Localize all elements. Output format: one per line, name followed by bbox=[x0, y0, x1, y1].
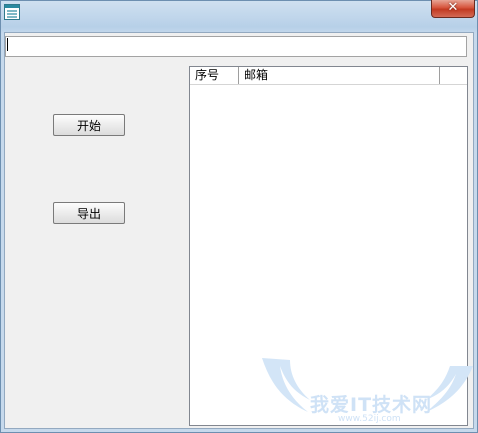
column-header-filler bbox=[440, 67, 467, 84]
watermark: 我爱IT技术网 www.52ij.com bbox=[260, 352, 475, 430]
column-header-index[interactable]: 序号 bbox=[190, 67, 239, 84]
export-button[interactable]: 导出 bbox=[53, 202, 125, 224]
close-button[interactable]: ✕ bbox=[431, 0, 475, 18]
column-header-email[interactable]: 邮箱 bbox=[239, 67, 440, 84]
start-button-label: 开始 bbox=[76, 118, 101, 133]
text-cursor bbox=[7, 38, 8, 51]
start-button[interactable]: 开始 bbox=[53, 114, 125, 136]
list-header: 序号 邮箱 bbox=[190, 67, 467, 85]
watermark-url: www.52ij.com bbox=[338, 414, 401, 424]
title-bar[interactable]: ✕ bbox=[1, 0, 477, 31]
app-window-icon[interactable] bbox=[4, 4, 20, 20]
watermark-text: 我爱IT技术网 bbox=[310, 394, 433, 416]
export-button-label: 导出 bbox=[76, 206, 101, 221]
close-icon: ✕ bbox=[447, 0, 459, 15]
text-input[interactable] bbox=[5, 36, 467, 57]
